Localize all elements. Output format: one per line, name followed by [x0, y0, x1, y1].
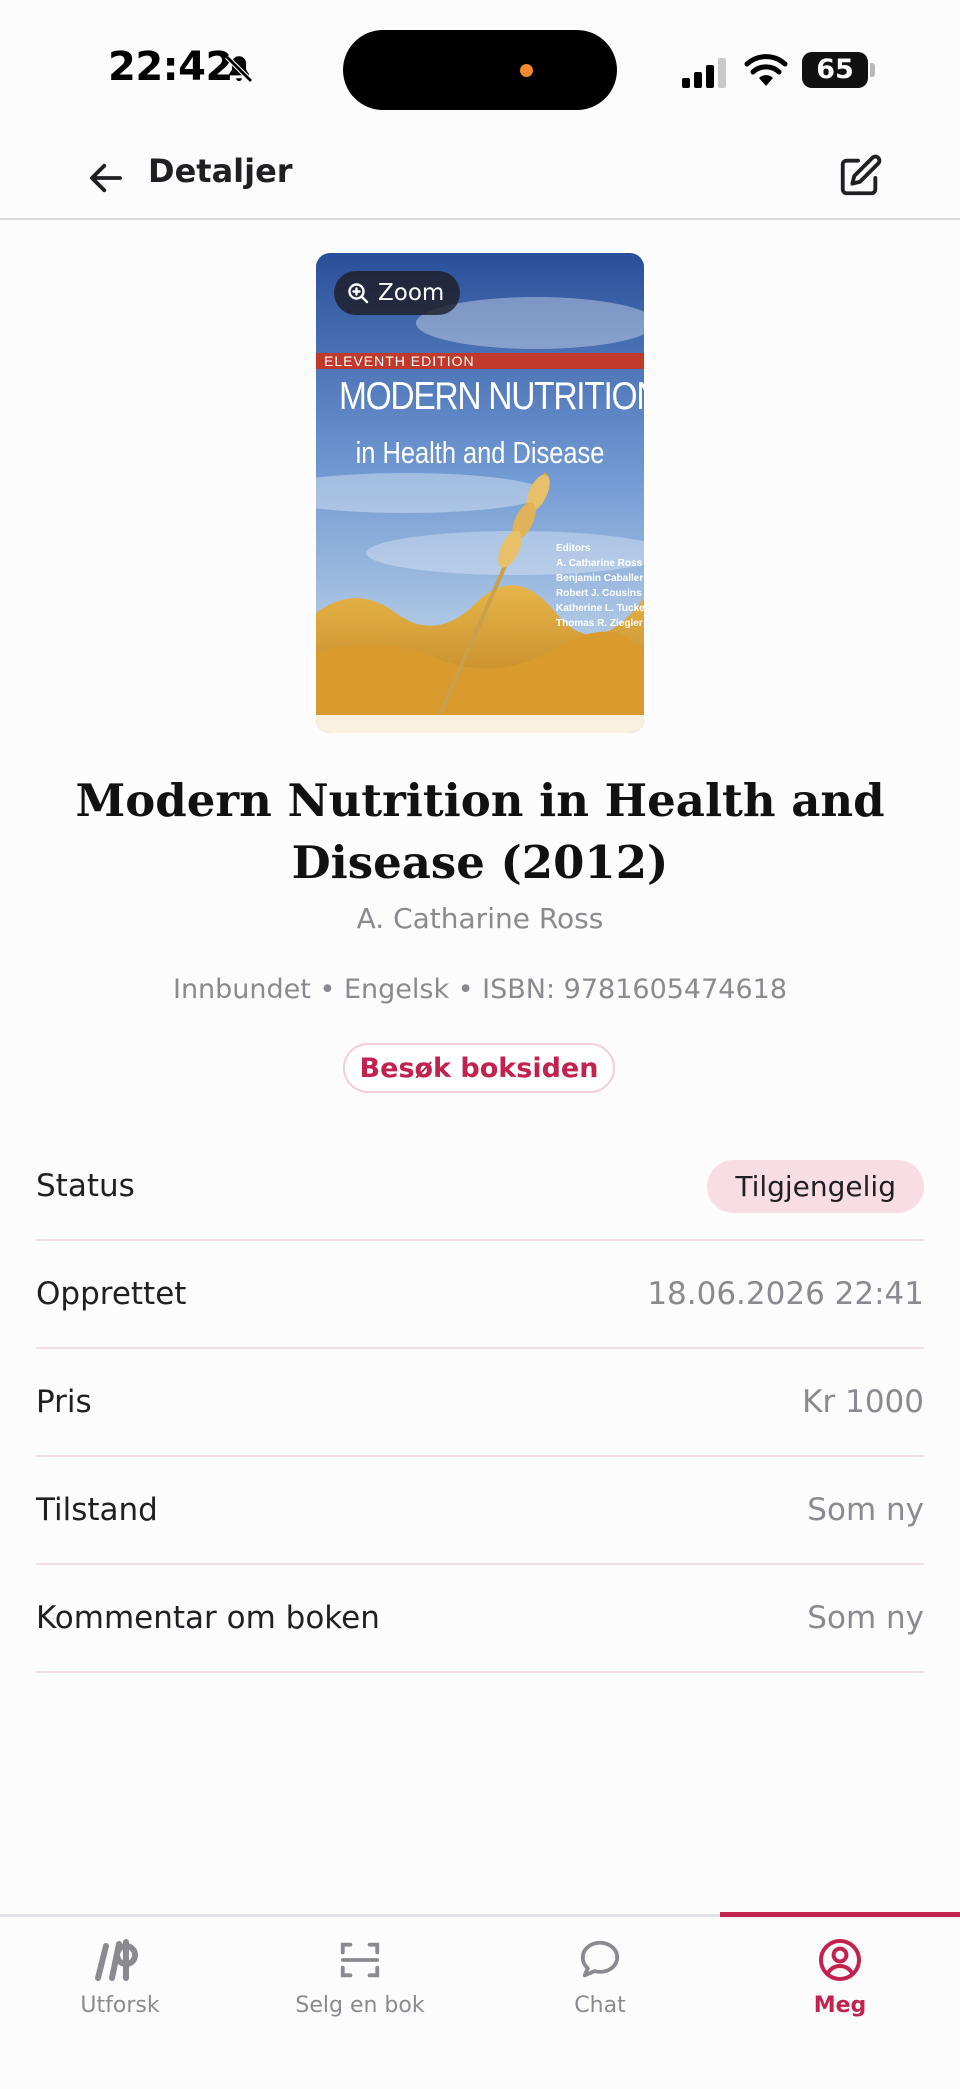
book-author: A. Catharine Ross — [356, 902, 604, 935]
scan-icon — [337, 1933, 383, 1987]
cellular-signal-icon — [682, 58, 726, 88]
status-label: Status — [36, 1168, 135, 1204]
cover-title: MODERN NUTRITION — [338, 375, 644, 418]
top-app-bar: Detaljer — [0, 140, 960, 220]
visit-book-page-button[interactable]: Besøk boksiden — [343, 1043, 615, 1093]
created-label: Opprettet — [36, 1276, 187, 1312]
created-value: 18.06.2026 22:41 — [647, 1276, 924, 1312]
cover-artwork — [316, 253, 644, 733]
price-row: Pris Kr 1000 — [36, 1349, 924, 1457]
arrow-left-icon — [90, 163, 122, 193]
nav-item-explore[interactable]: Utforsk — [0, 1917, 240, 2037]
privacy-indicator-dot — [520, 64, 533, 77]
condition-label: Tilstand — [36, 1492, 158, 1528]
cover-subtitle: in Health and Disease — [355, 435, 605, 470]
nav-label-chat: Chat — [574, 1993, 626, 2018]
wifi-icon — [744, 54, 788, 86]
user-circle-icon — [816, 1933, 864, 1987]
book-title: Modern Nutrition in Health and Disease (… — [75, 774, 885, 889]
nav-label-explore: Utforsk — [80, 1993, 160, 2018]
comment-label: Kommentar om boken — [36, 1600, 380, 1636]
edit-button[interactable] — [830, 146, 890, 206]
comment-row: Kommentar om boken Som ny — [36, 1565, 924, 1673]
nav-item-me[interactable]: Meg — [720, 1917, 960, 2037]
edit-icon — [840, 154, 882, 196]
cover-edition: ELEVENTH EDITION — [324, 353, 475, 369]
status-badge: Tilgjengelig — [707, 1159, 924, 1213]
zoom-in-icon — [348, 283, 369, 304]
nav-label-me: Meg — [813, 1993, 867, 2018]
created-row: Opprettet 18.06.2026 22:41 — [36, 1241, 924, 1349]
status-row: Status Tilgjengelig — [36, 1133, 924, 1241]
status-time: 22:42 — [108, 44, 233, 90]
dynamic-island — [343, 30, 617, 110]
price-value: Kr 1000 — [802, 1384, 924, 1420]
page-title: Detaljer — [148, 152, 293, 190]
price-label: Pris — [36, 1384, 92, 1420]
chat-bubble-icon — [577, 1933, 623, 1987]
details-list: Status Tilgjengelig Opprettet 18.06.2026… — [36, 1133, 924, 1673]
status-bar: 22:42 65 — [0, 0, 960, 140]
bell-slash-icon — [225, 55, 253, 83]
book-cover-image[interactable]: Zoom ELEVENTH EDITION MODERN NUTRITION i… — [316, 253, 644, 733]
explore-logo-icon — [90, 1933, 150, 1987]
condition-value: Som ny — [807, 1492, 924, 1528]
battery-icon: 65 — [802, 52, 868, 88]
nav-item-chat[interactable]: Chat — [480, 1917, 720, 2037]
bottom-navigation: Utforsk Selg en bok Chat Meg — [0, 1912, 960, 2089]
back-button[interactable] — [78, 150, 134, 206]
condition-row: Tilstand Som ny — [36, 1457, 924, 1565]
cover-editors: Editors A. Catharine Ross Benjamin Cabal… — [556, 543, 644, 629]
book-meta: Innbundet • Engelsk • ISBN: 978160547461… — [172, 974, 787, 1005]
zoom-label: Zoom — [378, 280, 445, 306]
battery-cap — [870, 63, 875, 77]
nav-label-sell: Selg en bok — [295, 1993, 425, 2018]
battery-level: 65 — [816, 54, 854, 85]
comment-value: Som ny — [807, 1600, 924, 1636]
nav-item-sell[interactable]: Selg en bok — [240, 1917, 480, 2037]
zoom-button[interactable]: Zoom — [334, 271, 461, 315]
